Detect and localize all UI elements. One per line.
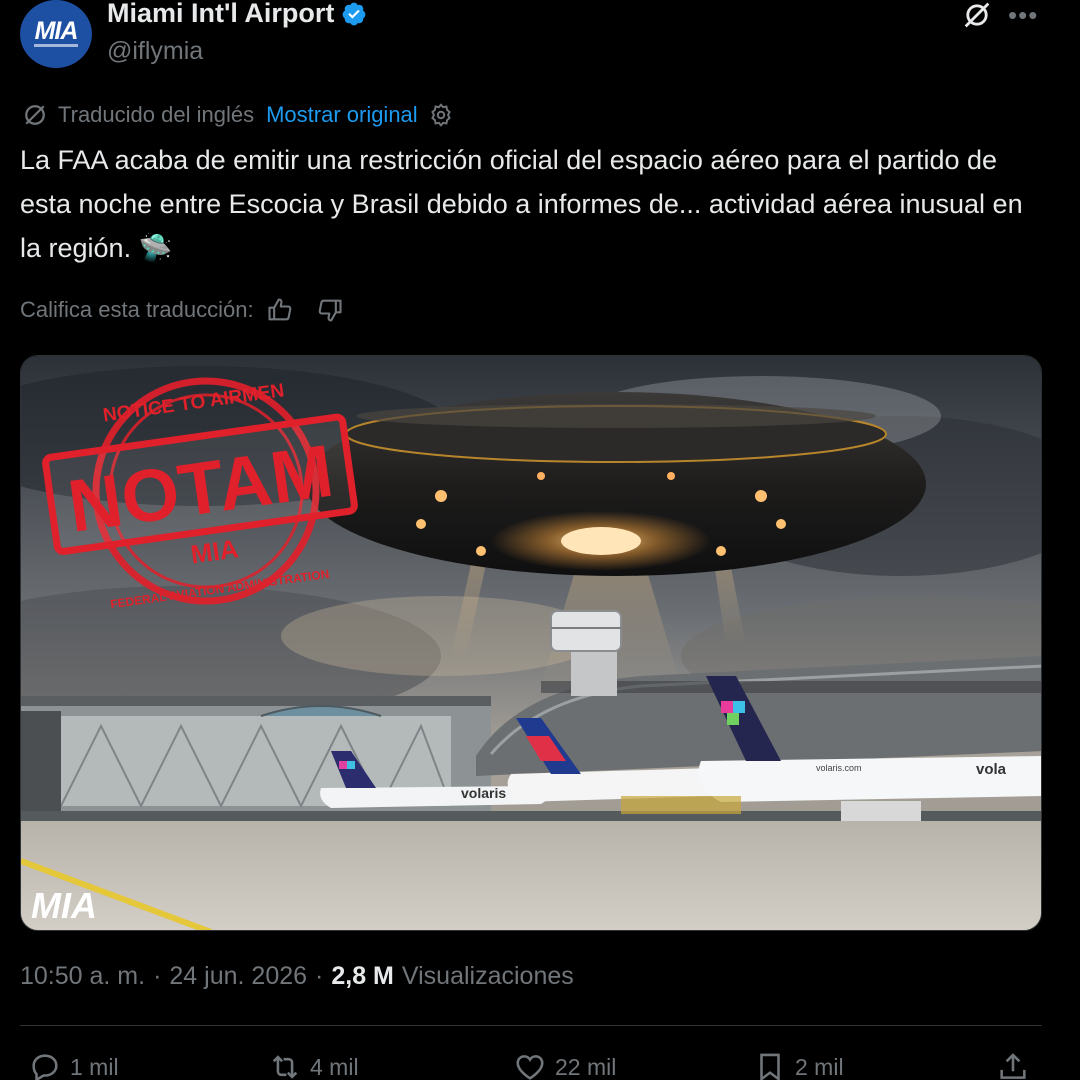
tweet-header: MIA Miami Int'l Airport @iflymia ••• <box>20 0 1060 72</box>
tweet-time[interactable]: 10:50 a. m. <box>20 962 145 991</box>
display-name[interactable]: Miami Int'l Airport <box>107 0 334 29</box>
tweet-text: La FAA acaba de emitir una restricción o… <box>20 145 1023 263</box>
name-row: Miami Int'l Airport <box>107 0 367 29</box>
translated-label: Traducido del inglés <box>58 102 255 127</box>
views-count: 2,8 M <box>331 962 394 990</box>
like-button[interactable]: 22 mil <box>513 1050 616 1080</box>
plane-livery-3: vola <box>976 761 1007 778</box>
translation-row: Traducido del inglés Mostrar original <box>20 100 454 130</box>
show-original-link[interactable]: Mostrar original <box>266 102 418 128</box>
tweet-meta: 10:50 a. m. · 24 jun. 2026 · 2,8 M Visua… <box>20 962 574 991</box>
tweet-date[interactable]: 24 jun. 2026 <box>169 962 307 991</box>
repost-icon <box>272 1055 298 1079</box>
avatar[interactable]: MIA <box>20 0 92 68</box>
grok-icon[interactable] <box>960 0 994 32</box>
meta-separator-2: · <box>315 962 324 990</box>
reply-count: 1 mil <box>70 1053 119 1080</box>
media-illustration: volaris volaris.com vola NOTICE TO AIRME… <box>21 356 1041 930</box>
meta-separator-1: · <box>153 962 162 990</box>
bookmark-count: 2 mil <box>795 1053 844 1080</box>
bookmark-button[interactable]: 2 mil <box>753 1050 844 1080</box>
more-icon[interactable]: ••• <box>1008 0 1038 31</box>
translate-icon <box>25 105 45 125</box>
tweet-media-image[interactable]: volaris volaris.com vola NOTICE TO AIRME… <box>20 355 1042 931</box>
settings-icon[interactable] <box>428 102 454 128</box>
like-count: 22 mil <box>555 1053 617 1080</box>
views-label: Visualizaciones <box>401 962 574 990</box>
repost-count: 4 mil <box>310 1053 359 1080</box>
thumb-up-icon[interactable] <box>266 296 294 324</box>
mia-watermark: MIA <box>31 885 97 926</box>
action-bar: 1 mil 4 mil 22 mil 2 mil <box>28 1050 1038 1080</box>
verified-badge-icon <box>343 2 366 25</box>
avatar-logo-underline <box>34 44 78 47</box>
rate-translation-row: Califica esta traducción: <box>20 296 344 324</box>
reply-icon <box>32 1054 58 1080</box>
share-icon <box>1000 1053 1026 1079</box>
share-button[interactable] <box>996 1050 1030 1080</box>
bookmark-icon <box>760 1053 780 1080</box>
like-icon <box>516 1055 544 1080</box>
divider <box>20 1025 1042 1026</box>
handle[interactable]: @iflymia <box>107 37 203 66</box>
plane-livery-1: volaris <box>461 785 506 801</box>
reply-button[interactable]: 1 mil <box>28 1050 119 1080</box>
repost-button[interactable]: 4 mil <box>268 1050 359 1080</box>
rate-translation-label: Califica esta traducción: <box>20 297 254 322</box>
plane-livery-2: volaris.com <box>816 763 862 773</box>
avatar-logo: MIA <box>34 17 79 45</box>
thumb-down-icon[interactable] <box>316 296 344 324</box>
